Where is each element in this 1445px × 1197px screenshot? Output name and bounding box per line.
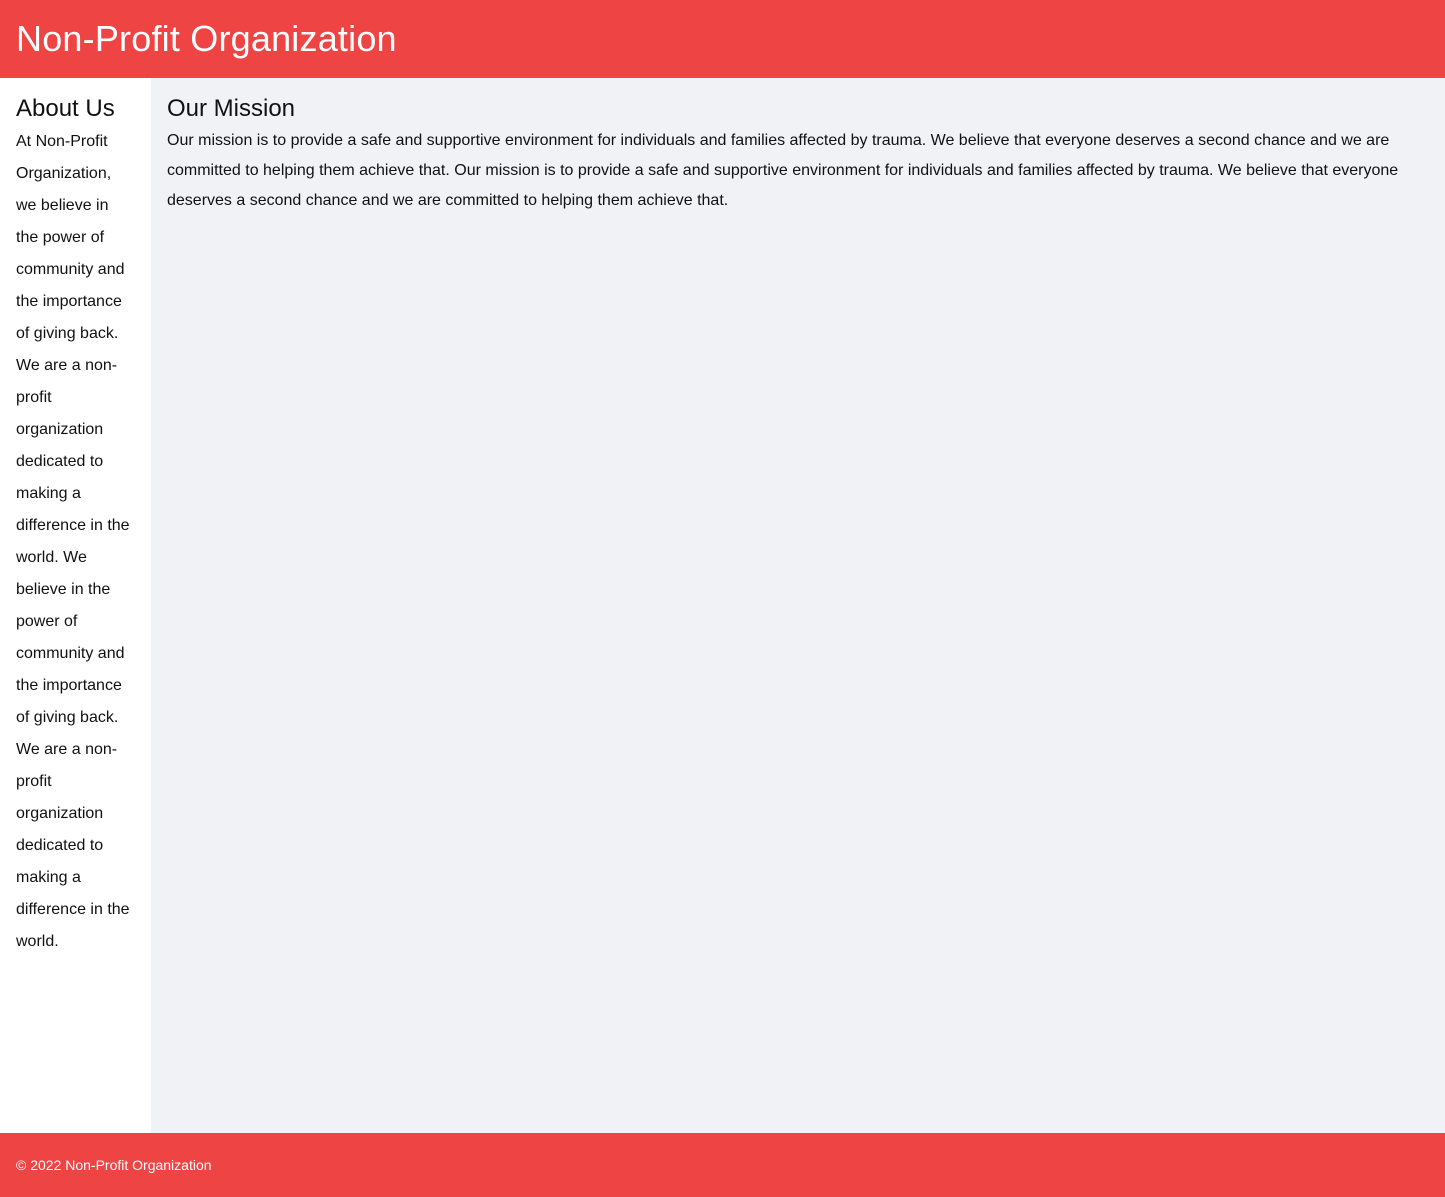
footer-copyright: © 2022 Non-Profit Organization: [16, 1156, 212, 1173]
site-footer: © 2022 Non-Profit Organization: [0, 1133, 1445, 1197]
sidebar-about-us-text: At Non-Profit Organization, we believe i…: [16, 133, 130, 950]
main-content: Our Mission Our mission is to provide a …: [151, 78, 1445, 1133]
main-mission-text: Our mission is to provide a safe and sup…: [167, 132, 1399, 209]
site-title: Non-Profit Organization: [16, 18, 397, 60]
page-root: Non-Profit Organization About Us At Non-…: [0, 0, 1445, 1197]
main-heading-our-mission: Our Mission: [167, 95, 296, 122]
site-header: Non-Profit Organization: [0, 0, 1445, 78]
sidebar-heading-about-us: About Us: [16, 95, 115, 122]
content-area: About Us At Non-Profit Organization, we …: [0, 78, 1445, 1133]
sidebar: About Us At Non-Profit Organization, we …: [0, 78, 151, 1133]
